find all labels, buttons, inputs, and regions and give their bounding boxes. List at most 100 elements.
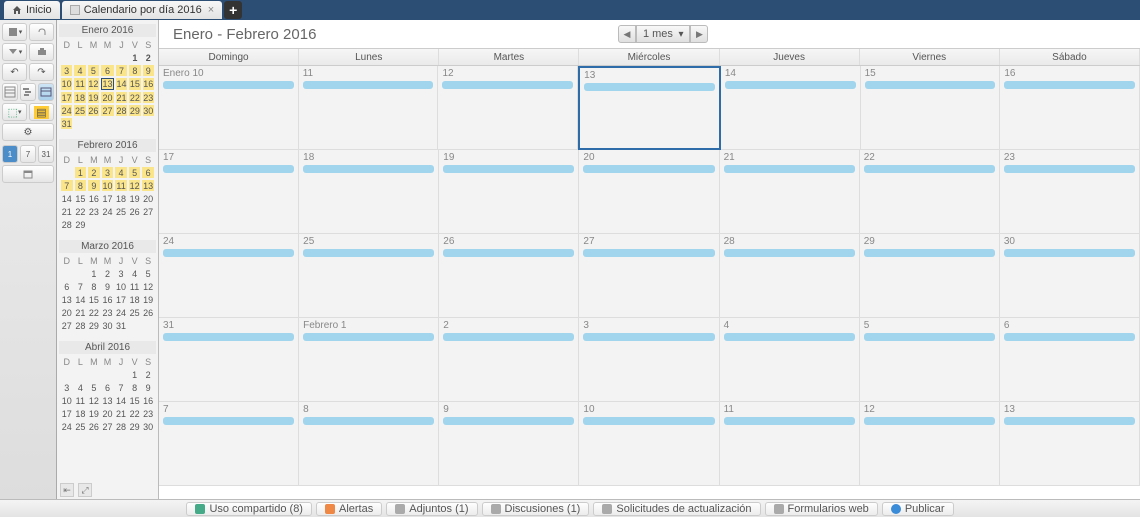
calendar-day[interactable]: 11 [720,402,860,486]
calendar-day[interactable]: 19 [439,150,579,234]
update-requests-button[interactable]: Solicitudes de actualización [593,502,760,516]
calendar-day[interactable]: 7 [159,402,299,486]
minical-day[interactable]: 14 [61,193,73,204]
minical-day[interactable]: 29 [75,219,87,230]
minical-day[interactable]: 18 [75,408,87,419]
minical-day[interactable]: 18 [129,294,141,305]
event-bar[interactable] [583,165,714,173]
calendar-day[interactable]: 25 [299,234,439,318]
minical-day[interactable]: 1 [75,167,87,178]
minical-day[interactable]: 31 [115,320,127,331]
event-bar[interactable] [864,417,995,425]
minical-day[interactable]: 5 [88,382,100,393]
minical-day[interactable]: 23 [102,307,114,318]
minical-day[interactable]: 10 [61,78,72,90]
gantt-view-button[interactable] [20,83,36,101]
calendar-day[interactable]: 9 [439,402,579,486]
calendar-day[interactable]: 31 [159,318,299,402]
minical-day[interactable]: 19 [129,193,141,204]
minical-day[interactable]: 9 [142,382,154,393]
close-icon[interactable]: × [208,4,214,16]
minical-day[interactable]: 13 [102,395,114,406]
event-bar[interactable] [303,249,434,257]
calendar-day[interactable]: 28 [720,234,860,318]
minical-day[interactable]: 4 [75,382,87,393]
expand-icon[interactable]: ⤢ [78,483,92,497]
minical-day[interactable]: 22 [75,206,87,217]
minical-day[interactable]: 8 [129,382,141,393]
event-bar[interactable] [442,81,573,89]
minical-day[interactable]: 7 [61,180,73,191]
calendar-day[interactable]: 16 [1000,66,1140,150]
minical-day[interactable]: 8 [75,180,87,191]
event-bar[interactable] [864,333,995,341]
minical-day[interactable]: 20 [102,408,114,419]
minical-day[interactable]: 5 [129,167,141,178]
share-button[interactable]: Uso compartido (8) [186,502,312,516]
event-bar[interactable] [724,249,855,257]
minical-day[interactable]: 21 [115,408,127,419]
calendar-day[interactable]: 11 [299,66,439,150]
minical-day[interactable]: 22 [88,307,100,318]
minical-day[interactable]: 26 [88,421,100,432]
minical-day[interactable]: 15 [88,294,100,305]
minical-day[interactable]: 20 [142,193,154,204]
minical-day[interactable]: 4 [74,65,85,76]
minical-day[interactable]: 29 [129,421,141,432]
minical-day[interactable]: 12 [129,180,141,191]
minical-day[interactable]: 24 [115,307,127,318]
minical-day[interactable]: 31 [61,118,72,129]
minical-day[interactable]: 7 [75,281,87,292]
event-bar[interactable] [583,417,714,425]
minical-day[interactable]: 9 [143,65,154,76]
minical-day[interactable]: 1 [129,52,140,63]
calendar-day[interactable]: 12 [860,402,1000,486]
calendar-day[interactable]: Enero 10 [159,66,299,150]
calendar-day[interactable]: 13 [578,66,721,150]
event-bar[interactable] [1004,333,1135,341]
event-bar[interactable] [303,165,434,173]
minical-day[interactable]: 24 [102,206,114,217]
minical-day[interactable]: 15 [75,193,87,204]
event-bar[interactable] [724,333,855,341]
event-bar[interactable] [443,165,574,173]
minical-day[interactable]: 17 [61,92,72,103]
minical-day[interactable]: 25 [75,421,87,432]
minical-day[interactable]: 6 [101,65,114,76]
day1-button[interactable]: 1 [2,145,18,163]
minical-day[interactable]: 3 [115,268,127,279]
calendar-day[interactable]: 30 [1000,234,1140,318]
calendar-day[interactable]: 14 [721,66,861,150]
minical-day[interactable]: 3 [102,167,114,178]
calendar-day[interactable]: 18 [299,150,439,234]
event-bar[interactable] [583,333,714,341]
event-bar[interactable] [865,81,996,89]
highlight-button[interactable]: ▤ [29,103,54,121]
minical-day[interactable]: 28 [61,219,73,230]
minical-day[interactable]: 2 [102,268,114,279]
calendar-day[interactable]: 2 [439,318,579,402]
minical-day[interactable]: 18 [74,92,85,103]
undo-button[interactable]: ↶ [2,63,27,81]
minical-day[interactable]: 10 [115,281,127,292]
event-bar[interactable] [1004,165,1135,173]
minical-day[interactable]: 26 [142,307,154,318]
minical-day[interactable]: 28 [75,320,87,331]
event-bar[interactable] [864,165,995,173]
minical-day[interactable]: 3 [61,65,72,76]
minical-day[interactable]: 16 [143,78,154,90]
event-bar[interactable] [1004,417,1135,425]
minical-day[interactable]: 9 [88,180,100,191]
event-bar[interactable] [725,81,856,89]
minical-day[interactable]: 4 [115,167,127,178]
minical-day[interactable]: 25 [129,307,141,318]
calendar-day[interactable]: 15 [861,66,1001,150]
event-bar[interactable] [303,81,434,89]
event-bar[interactable] [443,249,574,257]
event-bar[interactable] [1004,249,1135,257]
minical-day[interactable]: 10 [61,395,73,406]
minical-day[interactable]: 19 [88,92,99,103]
minical-day[interactable]: 27 [61,320,73,331]
minical-day[interactable]: 13 [61,294,73,305]
minical-day[interactable]: 25 [115,206,127,217]
